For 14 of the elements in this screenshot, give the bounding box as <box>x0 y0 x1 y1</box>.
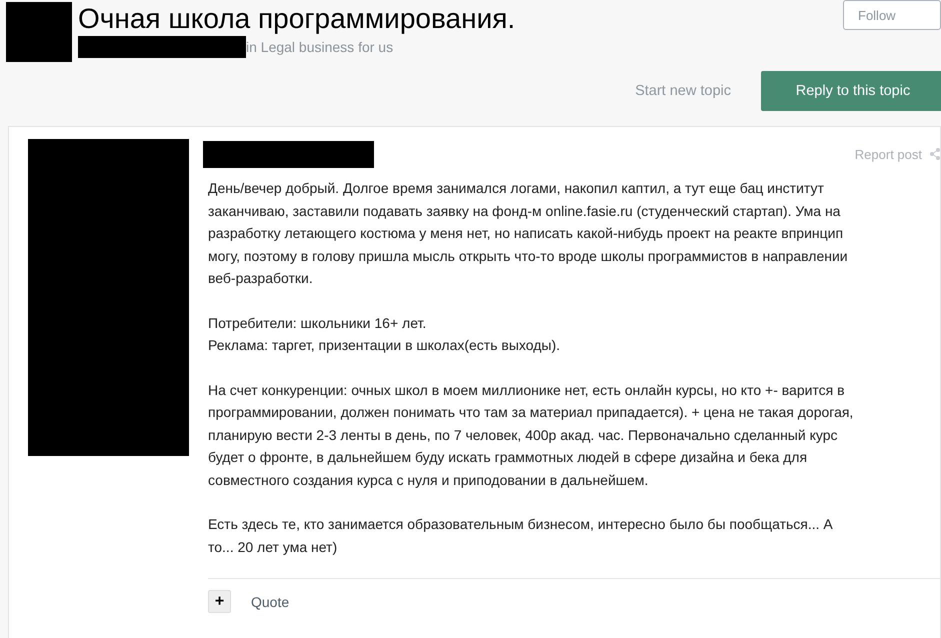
topic-title: Очная школа программирования. <box>78 2 516 36</box>
post-paragraph: День/вечер добрый. Долгое время занимался логами, накопил каптил, а тут еще бац институт заканчиваю, заставили подавать заявку на фонд-м online.fasie.ru (студенческий стартап). Ума на разработку летающего костюма у меня нет, но написать какой-нибудь проект на реакте впринцип могу, поэтому в голову пришла мысль открыть что-то вроде школы программистов в направлении веб-разработки. <box>208 179 849 288</box>
forum-link[interactable]: in Legal business for us <box>246 39 394 55</box>
follow-button[interactable]: Follow <box>843 0 941 30</box>
post-paragraph: На счет конкуренции: очных школ в моем миллионике нет, есть онлайн курсы, но кто +- варится в программировании, должен понимать что там за материал припадается). + цена не такая дорогая, планирую вести 2-3 ленты в день, по 7 человек, 400р акад. час. Первоначально сделанный курс будет о фронте, в дальнейшем буду искать граммотных людей в сфере дизайна и бека для совместного создания курса с нуля и приподовании в дальнейшем. <box>208 380 854 490</box>
plus-button[interactable]: + <box>208 590 231 613</box>
post-paragraph: Есть здесь те, кто занимается образовательным бизнесом, интересно было бы пообщаться... А то... 20 лет ума нет) <box>208 515 834 557</box>
quote-link[interactable]: Quote <box>251 594 290 610</box>
redaction-block <box>6 2 72 62</box>
reply-button[interactable]: Reply to this topic <box>761 71 941 111</box>
report-link[interactable]: Report post <box>854 146 922 162</box>
start-topic-link[interactable]: Start new topic <box>635 83 731 99</box>
post-paragraph: Потребители: школьники 16+ лет. Реклама: таргет, призентации в школах(есть выходы). <box>208 314 562 355</box>
share-icon[interactable] <box>930 148 940 160</box>
